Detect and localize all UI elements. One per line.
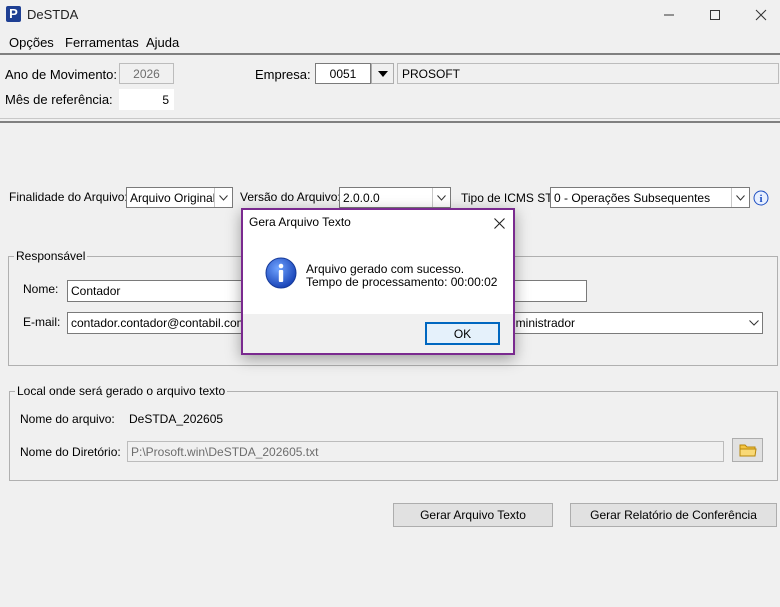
mes-label: Mês de referência:: [5, 92, 113, 107]
maximize-icon: [710, 10, 720, 20]
folder-icon: [739, 444, 757, 457]
email-field[interactable]: contador.contador@contabil.com: [67, 312, 247, 334]
chevron-down-icon: [377, 70, 388, 77]
icms-chevron-down-icon: [731, 188, 749, 207]
menu-divider: [0, 53, 780, 55]
close-button[interactable]: [738, 0, 780, 30]
gerar-relatorio-button[interactable]: Gerar Relatório de Conferência: [570, 503, 777, 527]
dialog-close-button[interactable]: [489, 213, 509, 233]
diretorio-label: Nome do Diretório:: [20, 445, 121, 459]
svg-text:i: i: [759, 193, 762, 205]
header-divider-light: [0, 118, 780, 119]
finalidade-value: Arquivo Original: [130, 190, 216, 205]
ano-field: 2026: [119, 63, 174, 84]
gerar-arquivo-button[interactable]: Gerar Arquivo Texto: [393, 503, 553, 527]
close-icon: [493, 217, 505, 229]
dialog-message-line2: Tempo de processamento: 00:00:02: [306, 275, 498, 289]
versao-value: 2.0.0.0: [343, 190, 380, 205]
menu-opcoes[interactable]: Opções: [9, 35, 54, 50]
mes-field[interactable]: 5: [119, 89, 174, 110]
email-label: E-mail:: [23, 315, 61, 329]
local-group: [9, 391, 778, 481]
icms-select[interactable]: 0 - Operações Subsequentes: [550, 187, 750, 208]
minimize-button[interactable]: [646, 0, 692, 30]
dialog-ok-button[interactable]: OK: [425, 322, 500, 345]
app-logo-icon: P: [6, 6, 21, 22]
icms-value: 0 - Operações Subsequentes: [554, 190, 711, 205]
diretorio-field: P:\Prosoft.win\DeSTDA_202605.txt: [127, 441, 724, 462]
browse-folder-button[interactable]: [732, 438, 763, 462]
cargo-chevron-down-icon: [745, 313, 762, 333]
message-dialog: Gera Arquivo Texto Arquivo gerado com su…: [241, 208, 515, 355]
icms-info-icon[interactable]: i: [753, 190, 769, 206]
dialog-message-line1: Arquivo gerado com sucesso.: [306, 262, 465, 276]
empresa-dropdown-button[interactable]: [371, 63, 394, 84]
finalidade-label: Finalidade do Arquivo:: [9, 190, 128, 204]
maximize-button[interactable]: [692, 0, 738, 30]
finalidade-chevron-down-icon: [214, 188, 232, 207]
versao-select[interactable]: 2.0.0.0: [339, 187, 451, 208]
arquivo-value: DeSTDA_202605: [129, 412, 224, 426]
versao-chevron-down-icon: [432, 188, 450, 207]
minimize-icon: [664, 14, 674, 16]
empresa-code-field[interactable]: 0051: [315, 63, 371, 84]
menu-ajuda[interactable]: Ajuda: [146, 35, 179, 50]
versao-label: Versão do Arquivo:: [240, 190, 341, 204]
cargo-select[interactable]: dministrador: [505, 312, 763, 334]
responsavel-legend: Responsável: [14, 249, 88, 263]
ano-label: Ano de Movimento:: [5, 67, 118, 82]
header-divider: [0, 121, 780, 123]
dialog-title: Gera Arquivo Texto: [249, 215, 351, 229]
local-legend: Local onde será gerado o arquivo texto: [15, 384, 228, 398]
finalidade-select[interactable]: Arquivo Original: [126, 187, 233, 208]
menu-ferramentas[interactable]: Ferramentas: [65, 35, 139, 50]
arquivo-label: Nome do arquivo:: [20, 412, 115, 426]
cargo-value: dministrador: [509, 316, 576, 330]
info-icon: [265, 257, 297, 289]
close-icon: [755, 9, 767, 21]
icms-label: Tipo de ICMS ST:: [461, 191, 555, 205]
empresa-label: Empresa:: [255, 67, 311, 82]
nome-label: Nome:: [23, 282, 59, 296]
window-title: DeSTDA: [27, 7, 79, 22]
empresa-name-field: PROSOFT: [397, 63, 779, 84]
